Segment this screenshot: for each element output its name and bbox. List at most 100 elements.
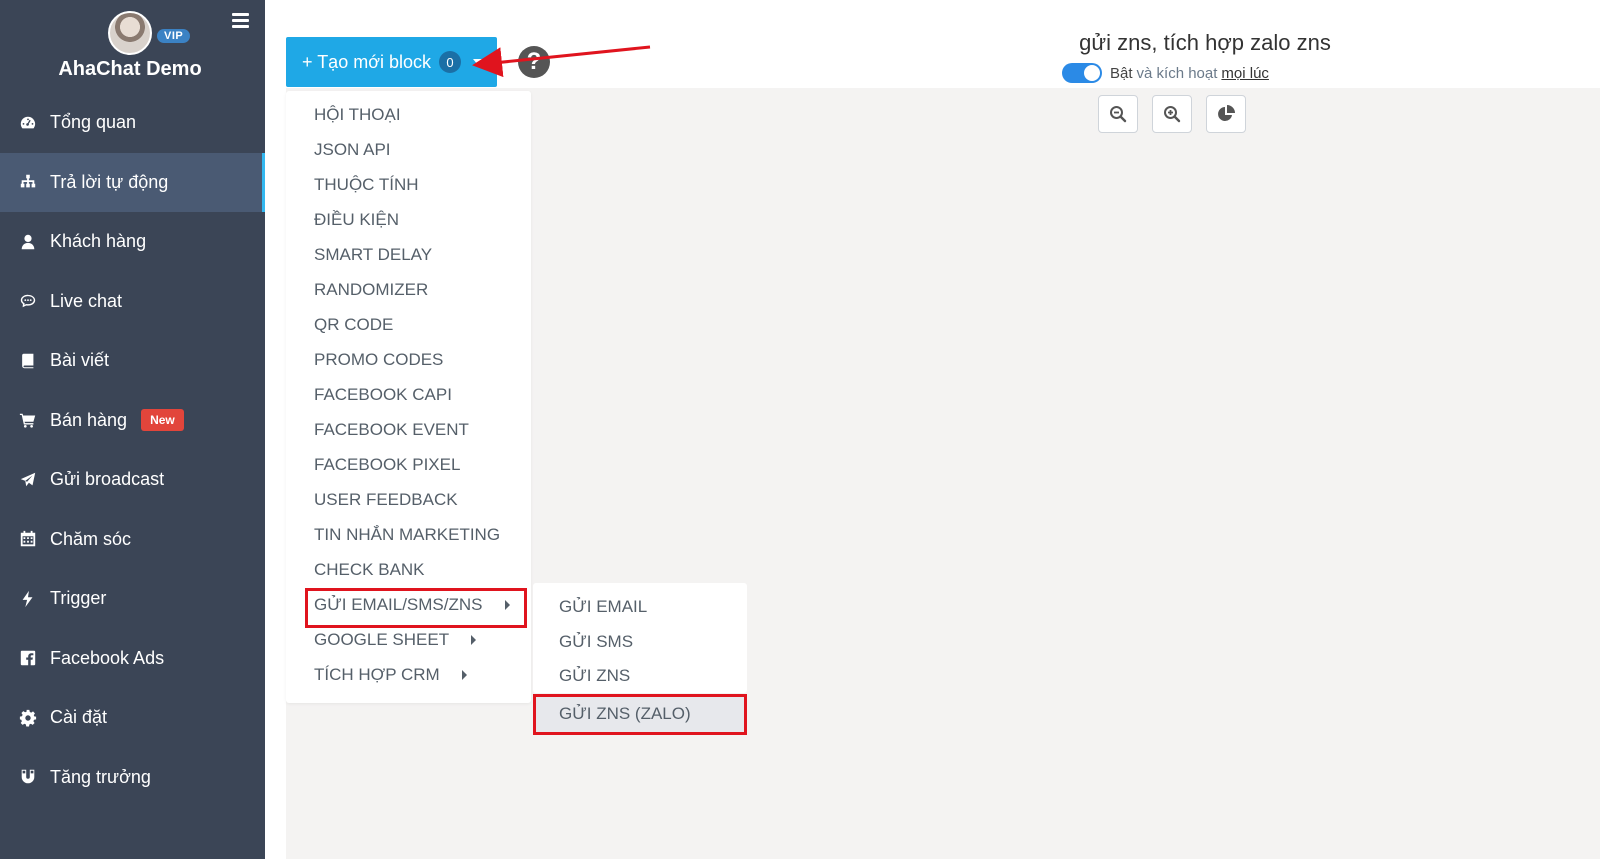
- sidebar-item-cham-soc[interactable]: Chăm sóc: [0, 510, 265, 570]
- submenu-item-gui-email[interactable]: GỬI EMAIL: [559, 597, 647, 617]
- book-icon: [18, 351, 38, 371]
- caret-down-icon: [473, 59, 484, 65]
- menu-item-facebook-event[interactable]: FACEBOOK EVENT: [314, 420, 469, 440]
- menu-item-tin-nhan-marketing[interactable]: TIN NHẮN MARKETING: [314, 525, 500, 545]
- sidebar-item-label: Trả lời tự động: [50, 171, 169, 192]
- menu-item-label: QR CODE: [314, 315, 394, 334]
- menu-item-dieu-kien[interactable]: ĐIỀU KIỆN: [314, 210, 399, 230]
- sidebar-item-trigger[interactable]: Trigger: [0, 569, 265, 629]
- sitemap-icon: [18, 172, 38, 192]
- sidebar-item-label: Khách hàng: [50, 231, 147, 252]
- avatar[interactable]: [108, 11, 152, 55]
- submenu-item-gui-sms[interactable]: GỬI SMS: [559, 632, 633, 652]
- app-root: VIP AhaChat Demo Tổng quan Trả lời tự độ…: [0, 0, 1600, 859]
- paper-plane-icon: [18, 470, 38, 490]
- menu-item-label: RANDOMIZER: [314, 280, 429, 299]
- menu-item-facebook-capi[interactable]: FACEBOOK CAPI: [314, 385, 452, 405]
- menu-item-label: HỘI THOẠI: [314, 105, 401, 124]
- sidebar-item-gui-broadcast[interactable]: Gửi broadcast: [0, 450, 265, 510]
- zoom-out-icon: [1110, 106, 1127, 123]
- vip-badge: VIP: [157, 29, 191, 43]
- gear-icon: [18, 708, 38, 728]
- sidebar-item-tang-truong[interactable]: Tăng trưởng: [0, 748, 265, 808]
- menu-item-promo-codes[interactable]: PROMO CODES: [314, 350, 443, 370]
- submenu-item-gui-zns[interactable]: GỬI ZNS: [559, 666, 630, 686]
- zoom-in-button[interactable]: [1152, 95, 1192, 133]
- calendar-icon: [18, 529, 38, 549]
- magnet-icon: [18, 767, 38, 787]
- menu-item-smart-delay[interactable]: SMART DELAY: [314, 245, 432, 265]
- activation-toggle-row: Bật và kích hoạt mọi lúc: [1062, 63, 1269, 83]
- menu-item-thuoc-tinh[interactable]: THUỘC TÍNH: [314, 175, 419, 195]
- send-submenu: GỬI EMAIL GỬI SMS GỬI ZNS: [533, 583, 747, 693]
- sidebar-item-live-chat[interactable]: Live chat: [0, 272, 265, 332]
- facebook-icon: [18, 648, 38, 668]
- menu-item-qr-code[interactable]: QR CODE: [314, 315, 393, 335]
- menu-item-hoi-thoai[interactable]: HỘI THOẠI: [314, 105, 401, 125]
- cart-icon: [18, 410, 38, 430]
- zoom-in-icon: [1164, 106, 1181, 123]
- menu-item-label: SMART DELAY: [314, 245, 433, 264]
- menu-item-label: JSON API: [314, 140, 391, 159]
- toggle-text: và kích hoạt: [1136, 64, 1218, 82]
- menu-item-json-api[interactable]: JSON API: [314, 140, 391, 160]
- zoom-out-button[interactable]: [1098, 95, 1138, 133]
- sidebar-item-label: Trigger: [50, 588, 107, 609]
- sidebar-item-ban-hang[interactable]: Bán hàng New: [0, 391, 265, 451]
- menu-item-label: THUỘC TÍNH: [314, 175, 419, 194]
- menu-item-label: CHECK BANK: [314, 560, 425, 579]
- submenu-item-label: GỬI ZNS: [559, 666, 631, 685]
- menu-item-randomizer[interactable]: RANDOMIZER: [314, 280, 428, 300]
- menu-item-label: PROMO CODES: [314, 350, 444, 369]
- sidebar-item-khach-hang[interactable]: Khách hàng: [0, 212, 265, 272]
- sidebar-item-label: Tổng quan: [50, 112, 137, 133]
- sidebar-item-label: Live chat: [50, 290, 123, 311]
- sidebar-item-label: Facebook Ads: [50, 647, 165, 668]
- question-circle-icon[interactable]: ?: [518, 46, 550, 78]
- highlight-box-zns-zalo: [533, 694, 747, 735]
- user-icon: [18, 232, 38, 252]
- sidebar-item-cai-dat[interactable]: Cài đặt: [0, 688, 265, 748]
- caret-right-icon: [461, 670, 467, 680]
- menu-item-label: FACEBOOK EVENT: [314, 420, 469, 439]
- schedule-link[interactable]: mọi lúc: [1221, 65, 1269, 82]
- menu-item-check-bank[interactable]: CHECK BANK: [314, 560, 425, 580]
- menu-item-user-feedback[interactable]: USER FEEDBACK: [314, 490, 458, 510]
- toggle-on-label: Bật: [1110, 64, 1133, 82]
- chat-bubble-icon: [18, 291, 38, 311]
- menu-item-label: FACEBOOK PIXEL: [314, 455, 461, 474]
- menu-item-label: USER FEEDBACK: [314, 490, 458, 509]
- sidebar-item-tra-loi-tu-dong[interactable]: Trả lời tự động: [0, 152, 265, 212]
- menu-item-google-sheet[interactable]: GOOGLE SHEET: [314, 630, 477, 650]
- sidebar-item-label: Cài đặt: [50, 707, 108, 728]
- pie-chart-icon: [1218, 105, 1235, 121]
- bolt-icon: [18, 589, 38, 609]
- menu-item-label: TÍCH HỢP CRM: [314, 665, 440, 684]
- hamburger-menu-icon[interactable]: [232, 13, 249, 28]
- block-count-badge: 0: [439, 51, 462, 73]
- create-block-button[interactable]: + Tạo mới block 0: [286, 37, 497, 87]
- create-block-label: + Tạo mới block: [302, 51, 432, 72]
- sidebar-nav: Tổng quan Trả lời tự động Khách hàng Liv…: [0, 93, 265, 807]
- dashboard-icon: [18, 113, 38, 133]
- menu-item-label: GOOGLE SHEET: [314, 630, 450, 649]
- sidebar-item-label: Chăm sóc: [50, 528, 132, 549]
- brand-name: AhaChat Demo: [58, 58, 202, 80]
- sidebar-item-label: Tăng trưởng: [50, 766, 151, 787]
- sidebar-item-bai-viet[interactable]: Bài viết: [0, 331, 265, 391]
- sidebar-item-label: Bài viết: [50, 350, 110, 371]
- sidebar-item-label: Bán hàng: [50, 409, 128, 430]
- submenu-item-label: GỬI EMAIL: [559, 597, 648, 616]
- new-badge: New: [141, 409, 184, 432]
- sidebar-item-label: Gửi broadcast: [50, 469, 165, 490]
- activation-toggle[interactable]: [1062, 63, 1102, 83]
- menu-item-facebook-pixel[interactable]: FACEBOOK PIXEL: [314, 455, 460, 475]
- caret-right-icon: [471, 635, 477, 645]
- chart-button[interactable]: [1206, 95, 1246, 133]
- sidebar-item-tong-quan[interactable]: Tổng quan: [0, 93, 265, 153]
- sidebar-item-facebook-ads[interactable]: Facebook Ads: [0, 629, 265, 689]
- menu-item-label: TIN NHẮN MARKETING: [314, 525, 501, 544]
- page-title: gửi zns, tích hợp zalo zns: [1079, 30, 1331, 55]
- menu-item-tich-hop-crm[interactable]: TÍCH HỢP CRM: [314, 665, 467, 685]
- highlight-box-email-sms-zns: [305, 588, 527, 628]
